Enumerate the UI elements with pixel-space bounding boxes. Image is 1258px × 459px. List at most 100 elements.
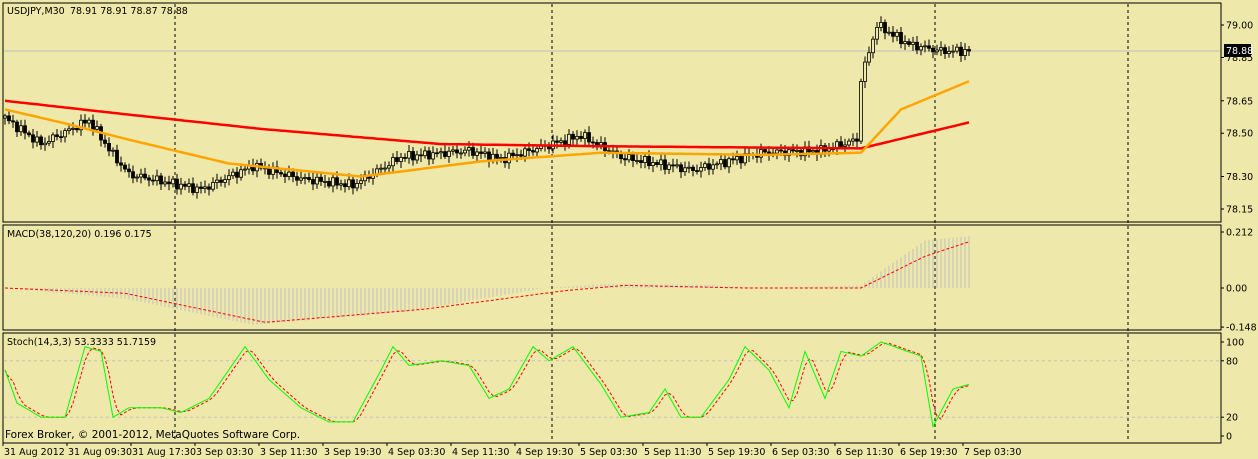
candle	[707, 163, 711, 170]
candle	[519, 154, 523, 157]
candle	[911, 41, 915, 45]
stoch-title: Stoch(14,3,3) 53.3333 51.7159	[7, 337, 156, 348]
candle	[731, 158, 735, 161]
candle	[35, 136, 39, 143]
time-label: 4 Sep 11:30	[452, 447, 509, 458]
candle	[351, 179, 355, 189]
candle	[667, 164, 671, 170]
candle	[191, 183, 195, 193]
stoch-pane[interactable]	[2, 332, 1222, 444]
trading-chart[interactable]: 79.0078.8578.6578.5078.3078.150.2120.00-…	[0, 0, 1258, 459]
candle	[323, 181, 327, 183]
candle	[943, 47, 947, 54]
ohlc-values: 78.91 78.91 78.87 78.88	[70, 6, 188, 17]
candle	[795, 150, 799, 152]
candle	[207, 186, 211, 190]
candle	[775, 149, 779, 154]
price-tick-label: 78.15	[1226, 205, 1253, 216]
stoch-tick-label: 0	[1226, 432, 1232, 443]
candle	[455, 149, 459, 154]
candle	[39, 136, 43, 146]
candle	[419, 154, 423, 157]
candle	[123, 164, 127, 170]
candle	[927, 45, 931, 49]
candle	[779, 149, 783, 152]
candle	[675, 164, 679, 167]
candle	[471, 147, 475, 156]
time-label: 6 Sep 03:30	[772, 447, 829, 458]
candle	[19, 125, 23, 133]
candle	[579, 136, 583, 139]
candle	[555, 140, 559, 143]
candle	[575, 136, 579, 140]
price-tick-label: 78.50	[1226, 129, 1253, 140]
time-label: 7 Sep 03:30	[964, 447, 1021, 458]
candle	[903, 41, 907, 45]
candle	[635, 160, 639, 162]
candle	[923, 45, 927, 48]
candle	[311, 179, 315, 185]
candle	[791, 149, 795, 152]
candle	[535, 148, 539, 153]
price-tick-label: 78.65	[1226, 96, 1253, 107]
candle	[959, 46, 963, 56]
candle	[475, 151, 479, 156]
candle	[179, 183, 183, 190]
candle	[531, 150, 535, 153]
candle	[95, 126, 99, 130]
candle	[331, 177, 335, 187]
candle	[155, 175, 159, 182]
candle	[235, 171, 239, 178]
candle	[423, 150, 427, 157]
price-tick-label: 79.00	[1226, 21, 1253, 32]
candle	[739, 156, 743, 164]
candle	[111, 149, 115, 152]
candle	[379, 167, 383, 170]
candle	[875, 27, 879, 40]
candle	[907, 41, 911, 45]
candle	[843, 144, 847, 147]
candle	[327, 181, 331, 187]
candle	[955, 46, 959, 52]
candle	[219, 179, 223, 183]
candle	[499, 157, 503, 159]
candle	[443, 151, 447, 157]
candle	[711, 164, 715, 170]
candle	[307, 177, 311, 180]
time-label: 5 Sep 03:30	[580, 447, 637, 458]
candle	[119, 162, 123, 166]
candle	[451, 149, 455, 152]
candle	[71, 127, 75, 130]
price-pane[interactable]	[2, 2, 1222, 223]
candle	[891, 31, 895, 37]
candle	[655, 162, 659, 165]
candle	[171, 178, 175, 185]
candle	[83, 119, 87, 124]
candle	[7, 115, 11, 122]
candle	[839, 141, 843, 147]
macd-pane[interactable]	[2, 224, 1222, 331]
candle	[587, 132, 591, 143]
candle	[879, 22, 883, 28]
candle	[855, 138, 859, 142]
time-label: 3 Sep 03:30	[196, 447, 253, 458]
candle	[87, 119, 91, 124]
candle	[951, 50, 955, 53]
candle	[243, 168, 247, 171]
candle	[695, 170, 699, 172]
candle	[295, 176, 299, 181]
candle	[963, 49, 967, 56]
candle	[683, 167, 687, 173]
macd-tick-label: -0.148	[1226, 323, 1257, 334]
time-label: 5 Sep 19:30	[708, 447, 765, 458]
candle	[303, 177, 307, 179]
candle	[699, 167, 703, 172]
candle	[159, 175, 163, 185]
time-label: 31 Aug 2012	[4, 447, 65, 458]
candle	[623, 158, 627, 161]
candle	[335, 177, 339, 186]
candle	[411, 151, 415, 161]
candle	[859, 81, 863, 142]
candle	[199, 186, 203, 189]
candle	[187, 183, 191, 187]
